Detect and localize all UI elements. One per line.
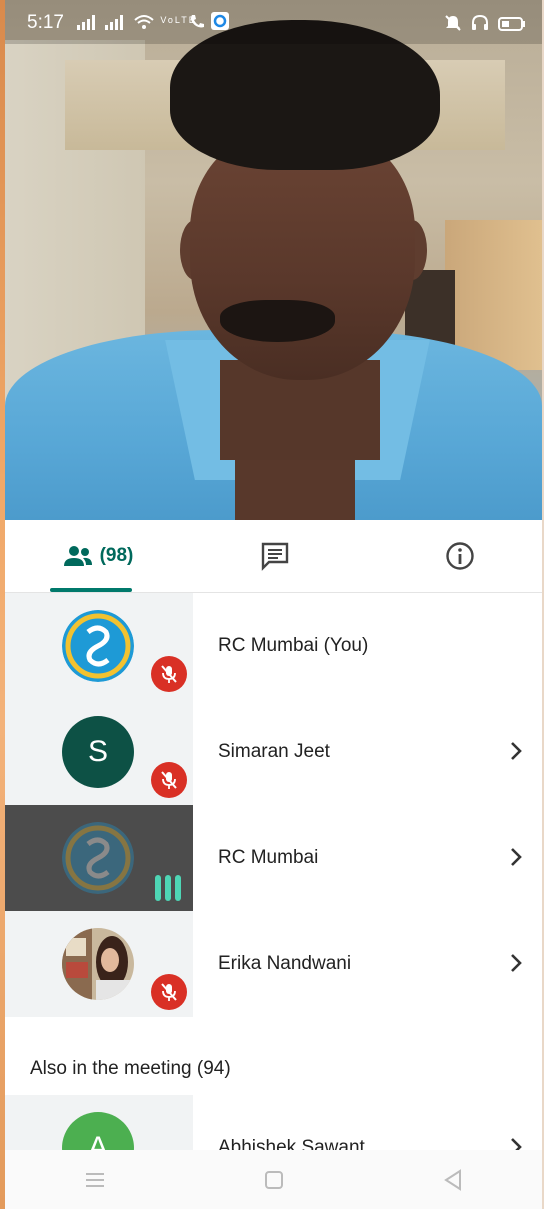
people-count: (98) <box>99 545 134 566</box>
headset-icon <box>471 14 488 30</box>
chevron-right-icon[interactable] <box>506 843 526 871</box>
speaking-indicator-icon <box>155 875 181 901</box>
status-bar: 5:17 VoLTE <box>5 0 542 44</box>
participant-name: Erika Nandwani <box>218 953 352 974</box>
home-icon[interactable] <box>262 1168 286 1192</box>
participant-name: Simaran Jeet <box>218 741 330 762</box>
signal-icon-2 <box>105 15 124 30</box>
system-nav-bar <box>5 1150 542 1209</box>
avatar-rc-logo <box>62 822 134 894</box>
avatar-letter: A <box>62 1112 134 1155</box>
status-time: 5:17 <box>27 12 64 33</box>
mute-bell-icon <box>445 15 461 31</box>
people-icon <box>63 546 92 566</box>
signal-icon <box>77 15 95 30</box>
muted-mic-icon <box>151 974 187 1010</box>
chevron-right-icon[interactable] <box>506 737 526 765</box>
tab-info[interactable] <box>430 520 490 592</box>
avatar-rc-logo <box>62 610 134 682</box>
status-left-icons: VoLTE <box>77 12 230 30</box>
back-icon[interactable] <box>441 1168 465 1192</box>
status-right-icons <box>444 11 526 32</box>
participant-list: RC Mumbai (You) S Simaran Jeet RC Mumbai… <box>5 593 542 1017</box>
avatar-photo <box>62 928 134 1000</box>
meeting-tabs: (98) <box>5 520 542 593</box>
tab-chat[interactable] <box>245 520 305 592</box>
avatar-cell <box>5 593 193 699</box>
wifi-icon <box>134 15 154 29</box>
call-icon <box>190 15 204 28</box>
participant-row[interactable]: RC Mumbai <box>5 805 542 911</box>
active-tab-indicator <box>50 588 132 592</box>
video-person-mustache <box>220 300 335 342</box>
participant-row[interactable]: S Simaran Jeet <box>5 699 542 805</box>
avatar-letter: S <box>62 716 134 788</box>
meet-app-icon <box>211 12 230 30</box>
menu-icon[interactable] <box>83 1168 107 1192</box>
profile-photo <box>62 928 134 1000</box>
video-feed[interactable] <box>5 0 542 520</box>
muted-mic-icon <box>151 762 187 798</box>
chat-icon <box>261 542 289 571</box>
avatar-cell: S <box>5 699 193 805</box>
participant-name: RC Mumbai (You) <box>218 635 369 656</box>
avatar-cell <box>5 911 193 1017</box>
muted-mic-icon <box>151 656 187 692</box>
participant-row[interactable]: A Abhishek Sawant <box>5 1095 542 1155</box>
battery-icon <box>498 17 525 31</box>
rc-logo-icon <box>62 822 134 894</box>
avatar-cell: A <box>5 1095 193 1155</box>
participant-row[interactable]: RC Mumbai (You) <box>5 593 542 699</box>
participant-row[interactable]: Erika Nandwani <box>5 911 542 1017</box>
also-in-meeting-header: Also in the meeting (94) <box>30 1058 231 1079</box>
tab-people[interactable]: (98) <box>50 520 145 592</box>
avatar-cell <box>5 805 193 911</box>
volte-badge: VoLTE <box>160 15 197 26</box>
participant-name: RC Mumbai <box>218 847 319 868</box>
chevron-right-icon[interactable] <box>506 949 526 977</box>
rc-logo-icon <box>62 610 134 682</box>
info-icon <box>446 542 474 570</box>
